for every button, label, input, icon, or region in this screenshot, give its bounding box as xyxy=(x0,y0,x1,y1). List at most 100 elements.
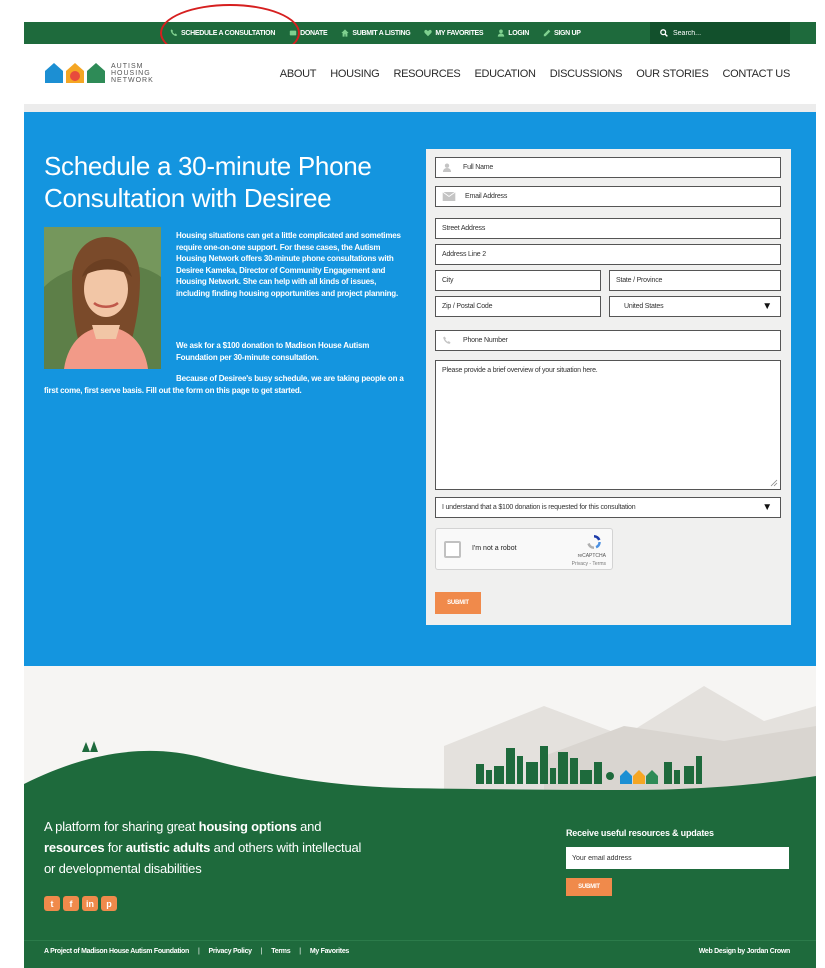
portrait-image xyxy=(44,227,161,369)
envelope-icon xyxy=(442,192,456,201)
submit-button[interactable]: SUBMIT xyxy=(435,592,481,614)
nav-about[interactable]: ABOUT xyxy=(280,68,317,80)
nav-contact-us[interactable]: CONTACT US xyxy=(723,68,791,80)
phone-field[interactable]: Phone Number xyxy=(435,330,781,351)
heart-icon xyxy=(424,29,433,37)
logo-line-1: AUTISM xyxy=(111,62,144,70)
login-label: LOGIN xyxy=(508,29,529,37)
utility-bar: SCHEDULE A CONSULTATION DONATE SUBMIT A … xyxy=(24,22,816,44)
phone-icon xyxy=(443,336,451,344)
sign-up-link[interactable]: SIGN UP xyxy=(543,29,581,37)
zip-placeholder: Zip / Postal Code xyxy=(442,303,493,310)
house-icon xyxy=(341,29,349,37)
search-box[interactable] xyxy=(650,22,790,44)
social-links: t f in p xyxy=(44,896,120,911)
logo-line-2: HOUSING xyxy=(111,69,151,77)
login-link[interactable]: LOGIN xyxy=(497,29,529,37)
consultation-hero: Schedule a 30-minute Phone Consultation … xyxy=(24,112,816,666)
site-footer: A platform for sharing great housing opt… xyxy=(24,800,816,940)
site-header: AUTISM HOUSING NETWORK ABOUT HOUSING RES… xyxy=(24,44,816,104)
tagline-part-1: A platform for sharing great xyxy=(44,819,199,834)
nav-discussions[interactable]: DISCUSSIONS xyxy=(550,68,623,80)
recaptcha-logo-icon xyxy=(587,535,601,549)
linkedin-icon[interactable]: in xyxy=(82,896,98,911)
tagline-resources: resources xyxy=(44,840,105,855)
legal-links: A Project of Madison House Autism Founda… xyxy=(44,948,349,955)
logo-text: AUTISM HOUSING NETWORK xyxy=(111,63,154,84)
main-nav: ABOUT HOUSING RESOURCES EDUCATION DISCUS… xyxy=(266,68,791,80)
submit-listing-label: SUBMIT A LISTING xyxy=(352,29,411,37)
nav-housing[interactable]: HOUSING xyxy=(330,68,380,80)
caret-down-icon: ▼ xyxy=(762,502,772,513)
user-icon xyxy=(442,163,452,172)
web-design-credit[interactable]: Web Design by Jordan Crown xyxy=(699,948,791,955)
search-input[interactable] xyxy=(673,29,773,37)
city-field[interactable]: City xyxy=(435,270,601,291)
recaptcha-terms[interactable]: Privacy - Terms xyxy=(572,561,606,567)
recaptcha-brand: reCAPTCHA xyxy=(577,553,606,559)
tagline-part-3: and xyxy=(296,819,322,834)
pencil-icon xyxy=(543,29,551,37)
state-field[interactable]: State / Province xyxy=(609,270,781,291)
desiree-portrait xyxy=(44,227,161,369)
site-logo[interactable]: AUTISM HOUSING NETWORK xyxy=(44,62,154,84)
donate-icon xyxy=(289,30,297,36)
separator: | xyxy=(260,948,263,955)
separator: | xyxy=(299,948,301,955)
nav-resources[interactable]: RESOURCES xyxy=(393,68,460,80)
madison-house-link[interactable]: A Project of Madison House Autism Founda… xyxy=(44,948,189,955)
donation-note: We ask for a $100 donation to Madison Ho… xyxy=(176,341,370,362)
donate-link[interactable]: DONATE xyxy=(289,29,328,37)
pinterest-icon[interactable]: p xyxy=(101,896,117,911)
footer-landscape xyxy=(24,666,816,806)
overview-textarea[interactable]: Please provide a brief overview of your … xyxy=(435,360,781,490)
resize-grip-icon[interactable] xyxy=(770,479,778,487)
terms-link[interactable]: Terms xyxy=(271,948,290,955)
donate-label: DONATE xyxy=(300,29,328,37)
sign-up-label: SIGN UP xyxy=(553,29,581,37)
newsletter-title: Receive useful resources & updates xyxy=(566,828,714,838)
newsletter-submit-button[interactable]: SUBMIT xyxy=(566,878,612,896)
country-select[interactable]: United States ▼ xyxy=(609,296,781,317)
city-placeholder: City xyxy=(442,277,454,284)
my-favorites-footer-link[interactable]: My Favorites xyxy=(310,948,350,955)
donation-agreement-value: I understand that a $100 donation is req… xyxy=(442,504,636,511)
logo-line-3: NETWORK xyxy=(111,76,154,84)
facebook-icon[interactable]: f xyxy=(63,896,79,911)
user-icon xyxy=(498,29,505,37)
page-title: Schedule a 30-minute Phone Consultation … xyxy=(44,151,372,213)
nav-education[interactable]: EDUCATION xyxy=(474,68,536,80)
tagline-part-5: for xyxy=(104,840,126,855)
address-line-2-placeholder: Address Line 2 xyxy=(442,251,486,258)
state-placeholder: State / Province xyxy=(616,277,663,284)
header-divider xyxy=(24,104,816,112)
footer-tagline: A platform for sharing great housing opt… xyxy=(44,816,364,879)
email-placeholder: Email Address xyxy=(465,193,508,200)
full-name-field[interactable]: Full Name xyxy=(435,157,781,178)
recaptcha-widget: I'm not a robot reCAPTCHA Privacy - Term… xyxy=(435,528,613,570)
schedule-consultation-link[interactable]: SCHEDULE A CONSULTATION xyxy=(170,29,275,37)
zip-field[interactable]: Zip / Postal Code xyxy=(435,296,601,317)
recaptcha-label: I'm not a robot xyxy=(472,545,517,552)
my-favorites-label: MY FAVORITES xyxy=(435,29,484,37)
separator: | xyxy=(197,948,200,955)
submit-listing-link[interactable]: SUBMIT A LISTING xyxy=(341,29,411,37)
country-value: United States xyxy=(624,303,664,310)
twitter-icon[interactable]: t xyxy=(44,896,60,911)
recaptcha-checkbox[interactable] xyxy=(444,541,461,558)
newsletter-email-input[interactable] xyxy=(566,847,789,869)
tagline-autistic-adults: autistic adults xyxy=(125,840,211,855)
phone-icon xyxy=(170,29,178,36)
phone-placeholder: Phone Number xyxy=(463,337,508,344)
footer-bottom-bar: A Project of Madison House Autism Founda… xyxy=(24,940,816,968)
houses-logo-icon xyxy=(45,63,105,83)
street-address-placeholder: Street Address xyxy=(442,225,486,232)
my-favorites-link[interactable]: MY FAVORITES xyxy=(424,29,484,37)
privacy-policy-link[interactable]: Privacy Policy xyxy=(208,948,252,955)
nav-our-stories[interactable]: OUR STORIES xyxy=(636,68,709,80)
street-address-field[interactable]: Street Address xyxy=(435,218,781,239)
address-line-2-field[interactable]: Address Line 2 xyxy=(435,244,781,265)
tagline-housing-options: housing options xyxy=(198,819,297,834)
donation-agreement-select[interactable]: I understand that a $100 donation is req… xyxy=(435,497,781,518)
email-field[interactable]: Email Address xyxy=(435,186,781,207)
